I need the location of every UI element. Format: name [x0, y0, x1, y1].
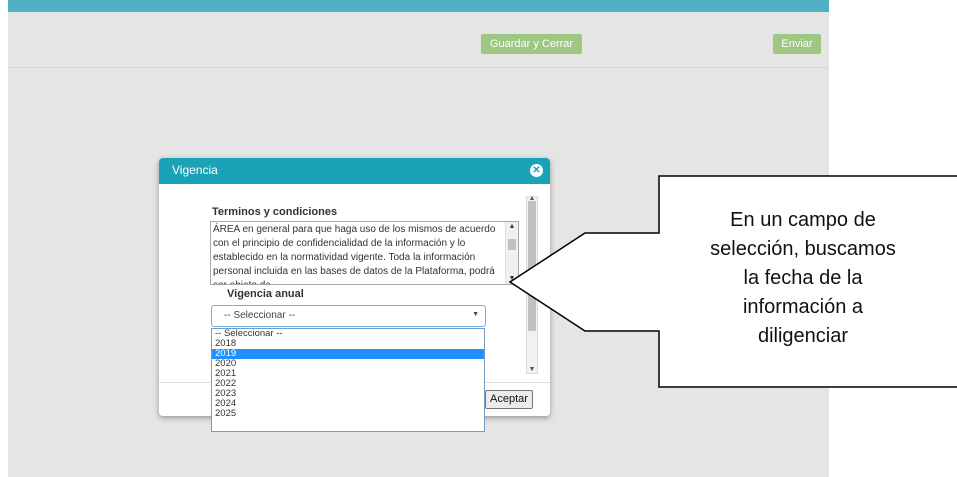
scroll-down-arrow-icon[interactable]: ▼: [527, 366, 537, 374]
chevron-down-icon: ▼: [472, 311, 479, 318]
year-select-value: -- Seleccionar --: [224, 310, 296, 321]
year-dropdown-list[interactable]: -- Seleccionar -- 2018 2019 2020 2021 20…: [211, 328, 485, 432]
terms-textarea[interactable]: ÁREA en general para que haga uso de los…: [210, 221, 519, 285]
modal-header: Vigencia ✕: [159, 158, 550, 184]
scroll-up-arrow-icon[interactable]: ▲: [506, 223, 518, 231]
terms-heading: Terminos y condiciones: [212, 206, 338, 218]
year-option[interactable]: 2025: [212, 409, 484, 419]
year-label: Vigencia anual: [227, 288, 304, 300]
modal-title: Vigencia: [172, 163, 218, 177]
app-window: Guardar y Cerrar Enviar Vigencia ✕ Termi…: [0, 0, 957, 477]
scroll-down-arrow-icon[interactable]: ▼: [506, 275, 518, 283]
send-button[interactable]: Enviar: [773, 34, 821, 54]
year-option[interactable]: 2022: [212, 379, 484, 389]
scroll-thumb[interactable]: [508, 239, 516, 250]
scroll-thumb[interactable]: [528, 201, 536, 331]
save-and-close-button[interactable]: Guardar y Cerrar: [481, 34, 582, 54]
year-option[interactable]: 2023: [212, 389, 484, 399]
year-option[interactable]: 2018: [212, 339, 484, 349]
modal-scrollbar[interactable]: ▲ ▼: [526, 195, 538, 374]
accept-button[interactable]: Aceptar: [485, 390, 533, 409]
terms-text: ÁREA en general para que haga uso de los…: [213, 224, 496, 284]
terms-scrollbar[interactable]: ▲ ▼: [505, 222, 518, 284]
top-accent-bar: [8, 0, 829, 12]
toolbar-divider: [8, 67, 829, 68]
year-select[interactable]: -- Seleccionar -- ▼: [211, 305, 486, 327]
callout-text: En un campo de selección, buscamos la fe…: [710, 209, 896, 347]
year-option[interactable]: 2020: [212, 359, 484, 369]
year-option[interactable]: 2021: [212, 369, 484, 379]
year-option-selected[interactable]: 2019: [212, 349, 484, 359]
close-icon[interactable]: ✕: [530, 164, 543, 177]
year-option[interactable]: -- Seleccionar --: [212, 329, 484, 339]
year-option[interactable]: 2024: [212, 399, 484, 409]
